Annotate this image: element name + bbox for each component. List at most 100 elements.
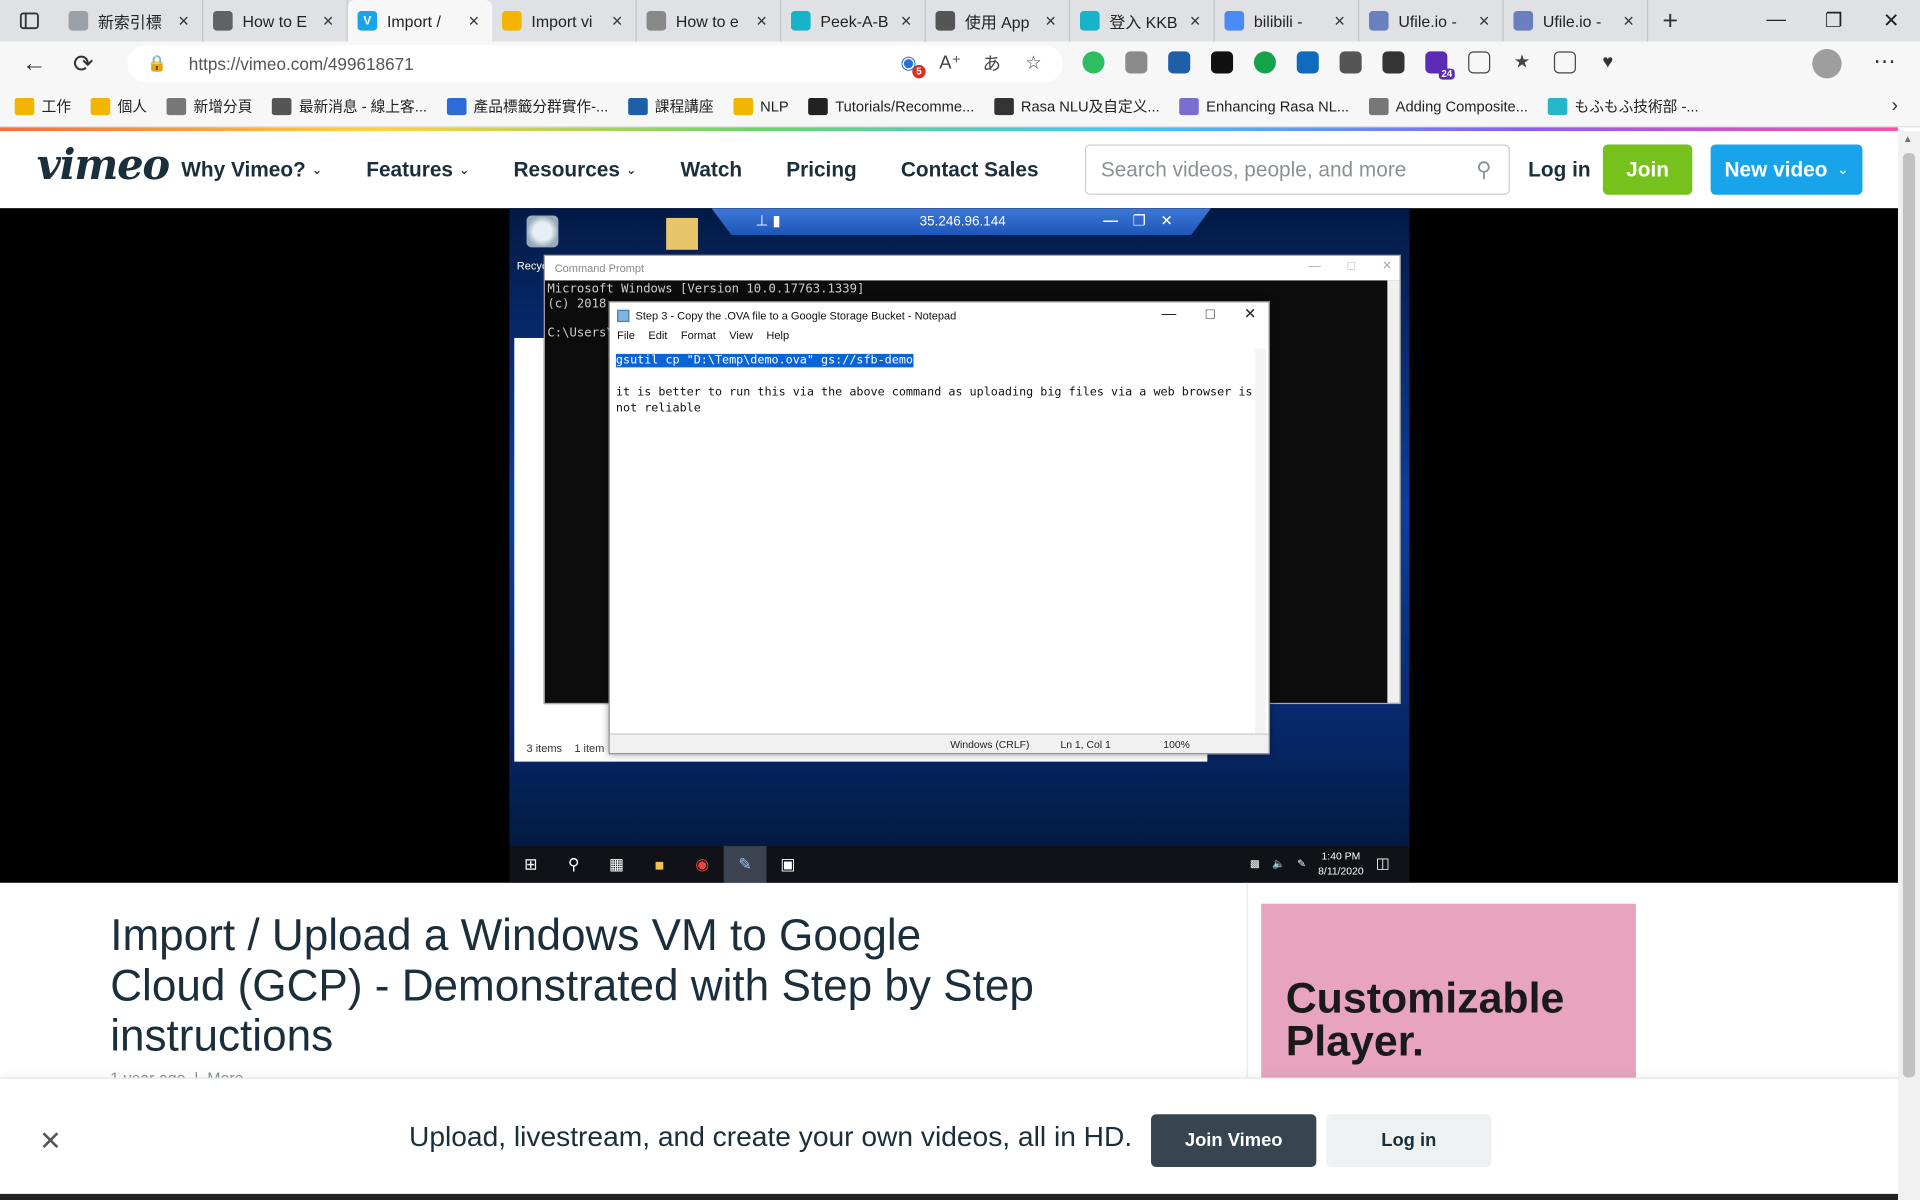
banner-login-button[interactable]: Log in: [1326, 1114, 1492, 1167]
puzzle-icon[interactable]: [1468, 51, 1491, 74]
clock: 1:40 PM 8/11/2020: [1318, 849, 1364, 877]
minimize-button[interactable]: —: [1747, 0, 1805, 42]
nav-item[interactable]: Pricing: [786, 158, 857, 182]
browser-tab[interactable]: Peek-A-B ×: [781, 0, 926, 42]
bookmark-item[interactable]: 產品標籤分群實作-...: [446, 96, 608, 117]
bookmark-icon: [1547, 97, 1568, 115]
file-explorer-icon: ■: [654, 855, 665, 874]
nav-item[interactable]: Features ⌄: [366, 158, 469, 182]
browser-tab[interactable]: How to E ×: [203, 0, 348, 42]
eye-icon[interactable]: [1382, 51, 1405, 74]
tab-actions-icon[interactable]: [0, 0, 59, 42]
tab-close-icon[interactable]: ×: [898, 10, 915, 31]
reload-button[interactable]: ⟳: [59, 43, 108, 85]
settings-more-icon[interactable]: ⋯: [1873, 49, 1895, 75]
browser-tab[interactable]: 登入 KKB ×: [1070, 0, 1215, 42]
tab-title: Import vi: [531, 11, 593, 31]
address-bar[interactable]: 🔒 https://vimeo.com/499618671 ◉ 5 A⁺ あ ☆: [127, 45, 1063, 83]
join-vimeo-button[interactable]: Join Vimeo: [1151, 1114, 1317, 1167]
tracking-prevention-icon[interactable]: ◉ 5: [896, 50, 926, 79]
browser-tab[interactable]: Import vi ×: [492, 0, 637, 42]
tab-close-icon[interactable]: ×: [609, 10, 626, 31]
tab-close-icon[interactable]: ×: [320, 10, 337, 31]
address-bar-row: ← ⟳ 🔒 https://vimeo.com/499618671 ◉ 5 A⁺ …: [0, 41, 1920, 86]
bookmark-item[interactable]: Tutorials/Recomme...: [808, 96, 974, 117]
health-icon[interactable]: ♥: [1597, 51, 1619, 73]
nav-item[interactable]: Watch: [680, 158, 742, 182]
notepad-menu-item: Edit: [648, 329, 668, 342]
bookmark-icon: [271, 97, 292, 115]
notepad-icon: [617, 309, 630, 323]
bookmark-item[interactable]: 課程講座: [627, 96, 714, 117]
scrollbar-thumb[interactable]: [1902, 153, 1916, 1078]
evernote-icon[interactable]: [1082, 51, 1105, 74]
bookmark-label: 工作: [41, 97, 72, 116]
favorites-icon[interactable]: ★: [1511, 51, 1533, 73]
bookmark-item[interactable]: 工作: [14, 96, 72, 117]
bookmark-item[interactable]: Rasa NLU及自定义...: [993, 96, 1160, 117]
new-tab-button[interactable]: +: [1648, 5, 1692, 37]
tab-title: bilibili -: [1253, 11, 1303, 31]
vimeo-logo[interactable]: vimeo: [37, 141, 170, 190]
clipper-icon[interactable]: [1339, 51, 1362, 74]
browser-tab[interactable]: Ufile.io - ×: [1504, 0, 1649, 42]
browser-tab[interactable]: bilibili - ×: [1215, 0, 1360, 42]
back-button[interactable]: ←: [10, 43, 59, 85]
nav-item[interactable]: Resources ⌄: [514, 158, 637, 182]
bookmark-item[interactable]: Adding Composite...: [1368, 96, 1528, 117]
tab-close-icon[interactable]: ×: [465, 10, 482, 31]
tab-close-icon[interactable]: ×: [1042, 10, 1059, 31]
pin-icon: ⊥ ▮: [755, 211, 781, 229]
translate-icon[interactable]: あ: [980, 50, 1004, 74]
analytics-icon[interactable]: [1168, 51, 1191, 74]
bookmark-item[interactable]: もふもふ技術部 -...: [1547, 96, 1699, 117]
extension-grey-icon[interactable]: [1125, 51, 1148, 74]
close-icon[interactable]: ✕: [39, 1125, 62, 1157]
collections-icon[interactable]: [1553, 51, 1576, 74]
browser-tab[interactable]: Ufile.io - ×: [1359, 0, 1504, 42]
browser-tab[interactable]: 使用 App ×: [926, 0, 1071, 42]
favorite-star-icon[interactable]: ☆: [1021, 50, 1045, 74]
video-player[interactable]: Recyc ⊥ ▮ 35.246.96.144 — ❐ ✕ 3 items 1 it…: [0, 208, 1898, 883]
browser-tab[interactable]: How to e ×: [637, 0, 782, 42]
tab-close-icon[interactable]: ×: [1187, 10, 1204, 31]
read-aloud-icon[interactable]: A⁺: [938, 50, 962, 74]
hat-icon[interactable]: 24: [1425, 51, 1455, 80]
tab-close-icon[interactable]: ×: [175, 10, 192, 31]
search-icon[interactable]: ⚲: [1476, 158, 1491, 182]
window-controls: — ❐ ✕: [1747, 0, 1920, 42]
task-view-icon: ▦: [608, 854, 625, 874]
profile-avatar[interactable]: [1812, 48, 1842, 79]
page-scrollbar[interactable]: ▲: [1897, 131, 1920, 1200]
browser-tab[interactable]: 新索引標 ×: [59, 0, 204, 42]
tab-close-icon[interactable]: ×: [753, 10, 770, 31]
bookmark-icon: [1179, 97, 1199, 115]
bookmark-item[interactable]: NLP: [733, 96, 789, 117]
search-input[interactable]: Search videos, people, and more ⚲: [1084, 144, 1510, 195]
notification-icon: ◫: [1375, 854, 1390, 872]
bookmark-item[interactable]: 新增分頁: [166, 96, 252, 117]
bookmark-item[interactable]: Enhancing Rasa NL...: [1179, 96, 1349, 117]
tab-close-icon[interactable]: ×: [1331, 10, 1348, 31]
tab-favicon-icon: [935, 11, 956, 31]
nav-item[interactable]: Why Vimeo? ⌄: [181, 158, 322, 182]
nav-item[interactable]: Contact Sales: [901, 158, 1039, 182]
restore-button[interactable]: ❐: [1805, 0, 1863, 42]
join-button[interactable]: Join: [1602, 144, 1693, 195]
notepad-menu-item: Format: [680, 329, 716, 342]
new-video-button[interactable]: New video ⌄: [1710, 144, 1863, 195]
main-menu: Why Vimeo? ⌄ Features ⌄ Resources ⌄ Watch Prici…: [181, 158, 1082, 182]
bookmark-icon: [808, 97, 828, 115]
bookmark-item[interactable]: 最新消息 - 線上客...: [271, 96, 427, 117]
outlook-icon[interactable]: [1296, 51, 1319, 74]
notion-icon[interactable]: [1211, 51, 1234, 74]
browser-tab[interactable]: V Import / ×: [347, 0, 493, 42]
login-link[interactable]: Log in: [1528, 158, 1590, 182]
tab-favicon-icon: [1513, 11, 1534, 31]
tab-close-icon[interactable]: ×: [1476, 10, 1493, 31]
grammarly-icon[interactable]: [1253, 51, 1276, 74]
tab-close-icon[interactable]: ×: [1620, 10, 1637, 31]
close-window-button[interactable]: ✕: [1862, 0, 1920, 42]
bookmark-item[interactable]: 個人: [90, 96, 147, 117]
chevron-right-icon[interactable]: ›: [1891, 96, 1898, 118]
